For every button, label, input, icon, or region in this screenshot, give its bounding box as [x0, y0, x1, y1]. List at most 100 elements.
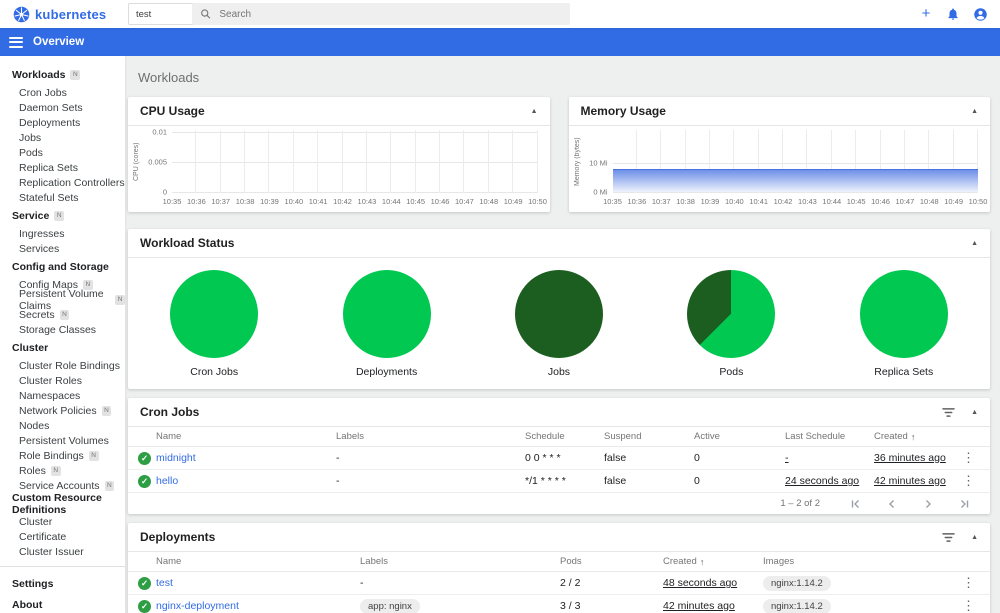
resource-link[interactable]: midnight — [156, 452, 196, 464]
sidebar-item-label: Nodes — [19, 419, 50, 432]
x-tick-label: 10:48 — [479, 197, 499, 206]
sidebar-item-replication-controllers[interactable]: Replication Controllers — [0, 175, 125, 190]
sidebar-section-config-and-storage: Config and Storage — [0, 256, 125, 277]
sidebar-item-settings[interactable]: Settings — [0, 573, 125, 594]
sidebar-item-namespaces[interactable]: Namespaces — [0, 388, 125, 403]
sidebar-item-stateful-sets[interactable]: Stateful Sets — [0, 190, 125, 205]
cell-name: hello — [156, 475, 336, 487]
cpu-usage-chart: CPU (cores) 0.01 0.005 0 10:35 10:36 10:37 10… — [128, 126, 550, 206]
sidebar-item-replica-sets[interactable]: Replica Sets — [0, 160, 125, 175]
row-menu-icon[interactable]: ⋮ — [962, 473, 975, 488]
column-header-created[interactable]: Created ↑ — [874, 431, 962, 442]
row-menu-icon[interactable]: ⋮ — [962, 575, 975, 590]
prev-page-icon[interactable] — [886, 498, 898, 510]
sidebar-item-label: Network Policies — [19, 404, 97, 417]
collapse-icon[interactable]: ▲ — [971, 409, 978, 416]
sidebar-item-persistent-volumes[interactable]: Persistent Volumes — [0, 433, 125, 448]
sidebar-item-label: Role Bindings — [19, 449, 84, 462]
resource-link[interactable]: test — [156, 577, 173, 589]
sidebar-item-roles[interactable]: Roles N — [0, 463, 125, 478]
sidebar-item-deployments[interactable]: Deployments — [0, 115, 125, 130]
sidebar-item-label: Cluster Issuer — [19, 545, 84, 558]
collapse-icon[interactable]: ▲ — [971, 534, 978, 541]
row-menu-icon[interactable]: ⋮ — [962, 598, 975, 613]
workload-pie-deployments: Deployments — [342, 270, 431, 378]
pie-chart[interactable] — [687, 270, 776, 358]
cell-name: midnight — [156, 452, 336, 464]
memory-usage-title: Memory Usage — [580, 104, 666, 118]
sidebar-item-cluster-roles[interactable]: Cluster Roles — [0, 373, 125, 388]
create-resource-button[interactable]: + — [918, 6, 934, 22]
namespace-value: test — [136, 8, 152, 20]
pie-chart[interactable] — [859, 270, 948, 358]
y-gridline — [612, 162, 978, 164]
resource-link[interactable]: nginx-deployment — [156, 600, 239, 612]
namespaced-badge: N — [101, 405, 112, 416]
search-bar[interactable] — [192, 3, 570, 25]
x-tick-label: 10:38 — [235, 197, 255, 206]
sidebar-item-nodes[interactable]: Nodes — [0, 418, 125, 433]
x-gridline — [268, 130, 270, 193]
cell-name: test — [156, 577, 360, 589]
first-page-icon[interactable] — [850, 498, 862, 510]
pie-label: Cron Jobs — [190, 366, 239, 378]
table-row: ✓ test - 2 / 2 48 seconds ago nginx:1.14.2 ⋮ — [128, 572, 990, 595]
sidebar-item-label: Secrets — [19, 308, 55, 321]
filter-icon[interactable] — [942, 407, 955, 418]
search-input[interactable] — [219, 8, 562, 20]
account-user-icon[interactable] — [972, 6, 988, 22]
sidebar-item-cron-jobs[interactable]: Cron Jobs — [0, 85, 125, 100]
cell-text: false — [604, 475, 627, 487]
row-menu-icon[interactable]: ⋮ — [962, 450, 975, 465]
cell-text: 0 — [694, 452, 700, 464]
tooltip-value: 48 seconds ago — [663, 577, 738, 589]
cell-schedule: 0 0 * * * — [525, 452, 604, 464]
resource-link[interactable]: hello — [156, 475, 178, 487]
sidebar-item-network-policies[interactable]: Network Policies N — [0, 403, 125, 418]
x-tick-label: 10:38 — [676, 197, 695, 206]
sidebar-item-role-bindings[interactable]: Role Bindings N — [0, 448, 125, 463]
collapse-icon[interactable]: ▲ — [971, 108, 978, 115]
kubernetes-logo[interactable]: kubernetes — [13, 6, 106, 23]
last-page-icon[interactable] — [958, 498, 970, 510]
sidebar-item-pods[interactable]: Pods — [0, 145, 125, 160]
pie-chart[interactable] — [342, 270, 431, 358]
cell-active: 0 — [694, 452, 785, 464]
sidebar-item-ingresses[interactable]: Ingresses — [0, 226, 125, 241]
filter-icon[interactable] — [942, 532, 955, 543]
next-page-icon[interactable] — [922, 498, 934, 510]
column-label: Schedule — [525, 431, 565, 442]
collapse-icon[interactable]: ▲ — [971, 240, 978, 247]
sidebar-item-services[interactable]: Services — [0, 241, 125, 256]
menu-icon[interactable] — [9, 34, 23, 50]
x-tick-label: 10:43 — [357, 197, 377, 206]
sidebar-item-storage-classes[interactable]: Storage Classes — [0, 322, 125, 337]
section-label: Cluster — [12, 341, 49, 354]
sidebar-item-jobs[interactable]: Jobs — [0, 130, 125, 145]
x-tick-label: 10:48 — [919, 197, 939, 206]
sidebar-item-persistent-volume-claims[interactable]: Persistent Volume Claims N — [0, 288, 125, 312]
sidebar-item-cluster-role-bindings[interactable]: Cluster Role Bindings — [0, 358, 125, 373]
column-label: Suspend — [604, 431, 642, 442]
pie-chart[interactable] — [514, 270, 603, 358]
logo-text: kubernetes — [35, 6, 107, 22]
section-label: Workloads — [12, 68, 66, 81]
column-header-created[interactable]: Created ↑ — [663, 556, 763, 567]
sidebar-item-cluster-issuer[interactable]: Cluster Issuer — [0, 544, 125, 559]
tooltip-value: 36 minutes ago — [874, 452, 946, 464]
status-ok-icon: ✓ — [138, 599, 151, 613]
pie-chart[interactable] — [170, 270, 259, 358]
sidebar-item-about[interactable]: About — [0, 594, 125, 613]
cell-text: */1 * * * * — [525, 475, 566, 487]
cron-jobs-table-body: ✓ midnight - 0 0 * * * false 0 - 36 minutes ago… — [128, 447, 990, 493]
cron-jobs-card: Cron Jobs ▲ Name Labels Schedule Suspend Act… — [128, 398, 990, 514]
column-header-labels: Labels — [336, 431, 525, 442]
sidebar-item-certificate[interactable]: Certificate — [0, 529, 125, 544]
sidebar-item-cluster[interactable]: Cluster — [0, 514, 125, 529]
cell-text: 3 / 3 — [560, 600, 581, 612]
notifications-bell-icon[interactable] — [945, 6, 961, 22]
sidebar-item-daemon-sets[interactable]: Daemon Sets — [0, 100, 125, 115]
tooltip-value: 24 seconds ago — [785, 475, 860, 487]
collapse-icon[interactable]: ▲ — [531, 108, 538, 115]
status-ok-icon: ✓ — [138, 576, 151, 590]
